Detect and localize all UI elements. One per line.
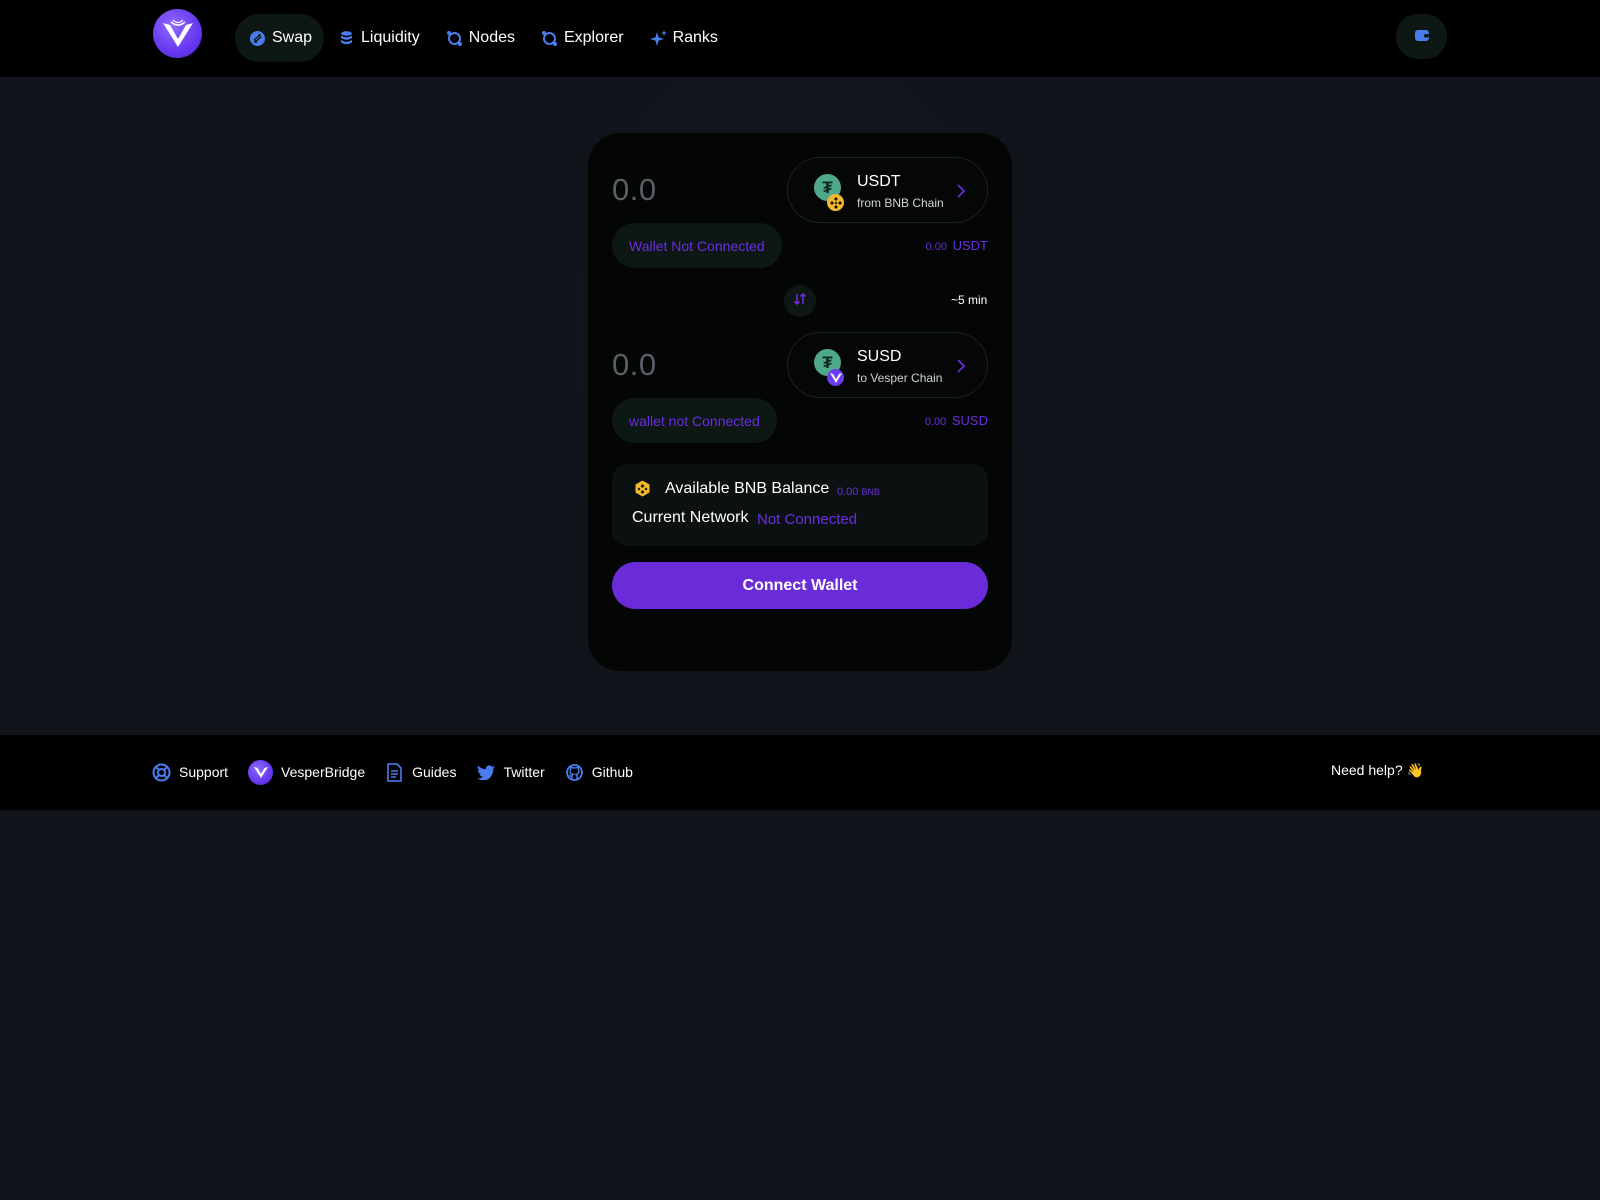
- vesper-logo-icon[interactable]: [153, 9, 202, 58]
- chevron-right-icon: [955, 356, 967, 376]
- to-balance-value: 0.00: [924, 416, 947, 428]
- footer-link-label: Support: [179, 764, 229, 780]
- github-icon: [565, 763, 584, 782]
- from-wallet-status[interactable]: Wallet Not Connected: [612, 223, 782, 268]
- eta-label: ~5 min: [951, 293, 988, 307]
- footer-link-github[interactable]: Github: [565, 763, 633, 782]
- from-token-selector[interactable]: ₮ USDT from BNB Chain: [787, 157, 988, 223]
- swap-arrows-icon: [793, 292, 807, 311]
- bnb-balance-unit: BNB: [861, 487, 880, 497]
- vesper-chain-icon: [827, 369, 844, 386]
- footer-link-label: VesperBridge: [281, 764, 366, 780]
- wallet-icon: [1414, 28, 1429, 46]
- from-balance-value: 0.00: [925, 241, 947, 253]
- to-balance: 0.00 SUSD: [880, 413, 988, 428]
- vesper-logo-icon: [248, 759, 274, 785]
- swap-direction-button[interactable]: [784, 285, 816, 317]
- from-balance: 0.00 USDT: [880, 238, 988, 253]
- to-balance-symbol: SUSD: [951, 413, 988, 428]
- footer-link-label: Twitter: [503, 764, 545, 780]
- lifebuoy-icon: [152, 763, 171, 782]
- nav-label: Liquidity: [361, 29, 420, 46]
- nav-liquidity[interactable]: Liquidity: [324, 14, 432, 62]
- to-wallet-status[interactable]: wallet not Connected: [612, 398, 777, 443]
- nav-swap[interactable]: Swap: [235, 14, 325, 62]
- footer-link-label: Guides: [412, 764, 457, 780]
- nav-label: Explorer: [563, 29, 624, 46]
- explorer-icon: [541, 30, 558, 47]
- connect-wallet-button[interactable]: Connect Wallet: [612, 562, 988, 609]
- wallet-button[interactable]: [1396, 14, 1447, 59]
- bnb-icon: [634, 480, 651, 497]
- to-token-selector[interactable]: ₮ SUSD to Vesper Chain: [787, 332, 988, 398]
- document-icon: [385, 762, 404, 782]
- bnb-balance-value: 0.00 BNB: [837, 486, 880, 498]
- twitter-icon: [476, 763, 495, 782]
- footer-link-twitter[interactable]: Twitter: [476, 763, 545, 782]
- footer-link-label: Github: [591, 764, 633, 780]
- bnb-balance-number: 0.00: [837, 486, 859, 498]
- nav-explorer[interactable]: Explorer: [527, 14, 636, 62]
- sparkle-icon: [649, 29, 667, 47]
- footer-link-support[interactable]: Support: [152, 763, 228, 782]
- network-info-box: Available BNB Balance 0.00 BNB Current N…: [612, 464, 988, 546]
- bnb-balance-label: Available BNB Balance: [665, 480, 830, 497]
- nav-nodes[interactable]: Nodes: [432, 14, 527, 62]
- from-token-chain: from BNB Chain: [857, 196, 944, 210]
- chevron-right-icon: [955, 181, 967, 201]
- to-token-chain: to Vesper Chain: [857, 371, 943, 385]
- current-network-label: Current Network: [632, 509, 749, 526]
- footer-links: Support VesperBridge Guides Twitter Gith…: [152, 759, 653, 785]
- nodes-icon: [446, 30, 463, 47]
- bnb-chain-icon: [827, 194, 844, 211]
- nav-label: Ranks: [672, 29, 718, 46]
- need-help-link[interactable]: Need help? 👋: [1331, 762, 1424, 779]
- footer-link-guides[interactable]: Guides: [385, 762, 457, 782]
- nav-label: Nodes: [468, 29, 515, 46]
- from-token-symbol: USDT: [857, 173, 901, 190]
- nav-label: Swap: [272, 29, 313, 46]
- top-navbar: Swap Liquidity Nodes Explorer Ranks: [0, 0, 1600, 77]
- current-network-value: Not Connected: [757, 511, 858, 528]
- from-amount-input[interactable]: 0.0: [612, 172, 657, 208]
- swap-icon: [249, 30, 266, 47]
- footer: Support VesperBridge Guides Twitter Gith…: [0, 735, 1600, 810]
- footer-link-vesperbridge[interactable]: VesperBridge: [248, 759, 366, 785]
- nav-ranks[interactable]: Ranks: [636, 14, 730, 62]
- to-amount-input[interactable]: 0.0: [612, 347, 657, 383]
- main-nav: Swap Liquidity Nodes Explorer Ranks: [235, 14, 730, 62]
- from-balance-symbol: USDT: [952, 238, 988, 253]
- database-icon: [338, 30, 355, 47]
- to-token-symbol: SUSD: [857, 348, 902, 365]
